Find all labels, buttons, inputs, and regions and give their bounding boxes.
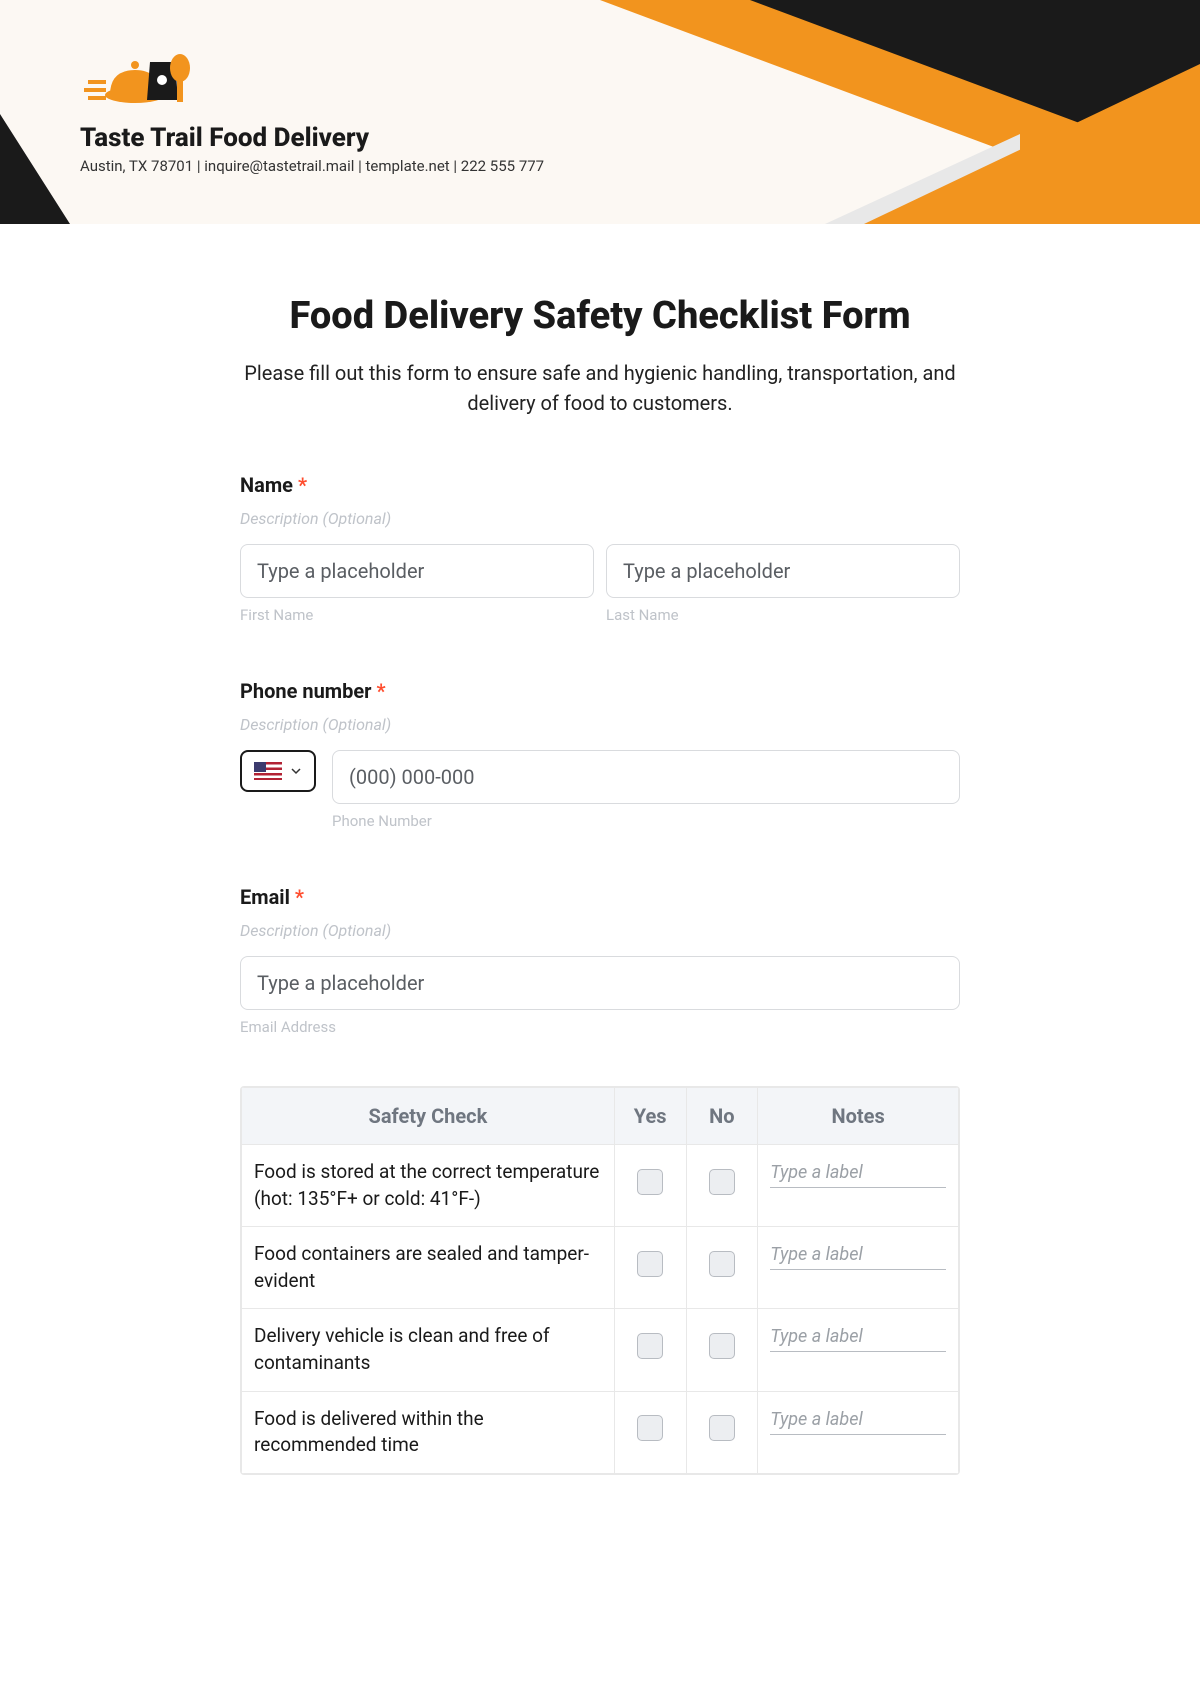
label-text: Phone number [240,679,371,703]
required-mark: * [295,885,304,909]
checkbox-no[interactable] [709,1415,735,1441]
checkbox-no[interactable] [709,1251,735,1277]
form-container: Food Delivery Safety Checklist Form Plea… [140,294,1060,1475]
header-banner: Taste Trail Food Delivery Austin, TX 787… [0,0,1200,224]
safety-check-table: Safety Check Yes No Notes Food is stored… [240,1086,960,1475]
us-flag-icon [254,762,282,780]
field-description: Description (Optional) [240,921,960,940]
field-label: Name * [240,473,960,497]
safety-check-text: Food containers are sealed and tamper-ev… [242,1227,615,1309]
decor-triangle [780,64,1200,224]
sub-label: Phone Number [332,812,960,830]
email-input[interactable] [240,956,960,1010]
notes-input[interactable] [770,1324,946,1352]
field-description: Description (Optional) [240,715,960,734]
checkbox-yes[interactable] [637,1333,663,1359]
chevron-down-icon [290,765,302,777]
form-intro: Please fill out this form to ensure safe… [240,358,960,418]
checkbox-no[interactable] [709,1333,735,1359]
table-row: Delivery vehicle is clean and free of co… [242,1309,959,1391]
sub-label: First Name [240,606,594,624]
field-phone: Phone number * Description (Optional) Ph… [240,679,960,830]
table-row: Food containers are sealed and tamper-ev… [242,1227,959,1309]
first-name-input[interactable] [240,544,594,598]
field-label: Email * [240,885,960,909]
required-mark: * [298,473,307,497]
table-header-row: Safety Check Yes No Notes [242,1088,959,1145]
brand-contact: Austin, TX 78701 | inquire@tastetrail.ma… [80,157,544,175]
required-mark: * [376,679,385,703]
checkbox-yes[interactable] [637,1415,663,1441]
checkbox-yes[interactable] [637,1169,663,1195]
decor-triangle [0,114,70,224]
brand-block: Taste Trail Food Delivery Austin, TX 787… [80,50,544,175]
field-name: Name * Description (Optional) First Name… [240,473,960,624]
table-row: Food is delivered within the recommended… [242,1391,959,1473]
checkbox-no[interactable] [709,1169,735,1195]
phone-input[interactable] [332,750,960,804]
field-label: Phone number * [240,679,960,703]
sub-label: Last Name [606,606,960,624]
safety-check-text: Food is stored at the correct temperatur… [242,1145,615,1227]
field-description: Description (Optional) [240,509,960,528]
brand-name: Taste Trail Food Delivery [80,123,544,153]
safety-check-text: Delivery vehicle is clean and free of co… [242,1309,615,1391]
label-text: Name [240,473,293,497]
notes-input[interactable] [770,1407,946,1435]
col-notes: Notes [758,1088,959,1145]
brand-logo-icon [80,50,200,115]
col-safety-check: Safety Check [242,1088,615,1145]
label-text: Email [240,885,290,909]
field-email: Email * Description (Optional) Email Add… [240,885,960,1036]
last-name-input[interactable] [606,544,960,598]
col-yes: Yes [614,1088,686,1145]
country-code-select[interactable] [240,750,316,792]
safety-check-text: Food is delivered within the recommended… [242,1391,615,1473]
notes-input[interactable] [770,1242,946,1270]
notes-input[interactable] [770,1160,946,1188]
table-row: Food is stored at the correct temperatur… [242,1145,959,1227]
checkbox-yes[interactable] [637,1251,663,1277]
form-title: Food Delivery Safety Checklist Form [240,294,960,338]
col-no: No [686,1088,758,1145]
sub-label: Email Address [240,1018,960,1036]
